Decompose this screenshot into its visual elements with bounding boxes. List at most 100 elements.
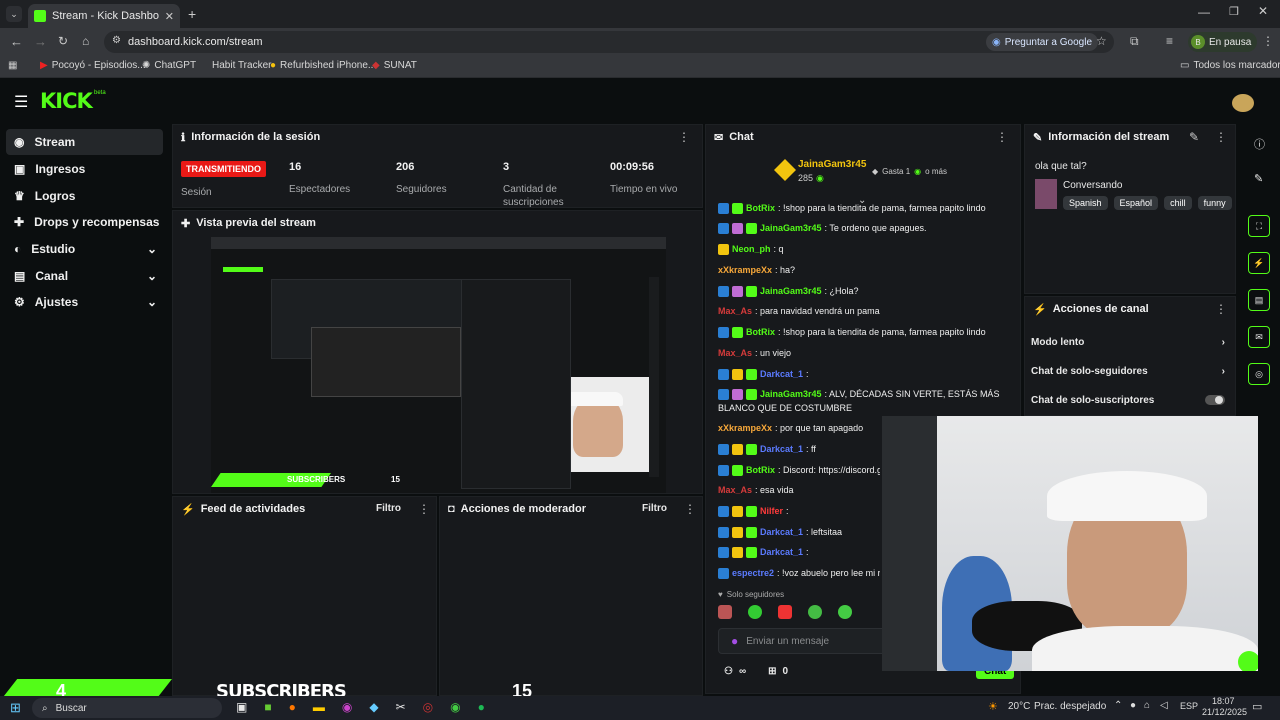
emote-icon[interactable] — [838, 605, 852, 619]
extensions-icon[interactable]: ⧉ — [1130, 34, 1139, 49]
sidebar-item-ingresos[interactable]: ▣ Ingresos — [6, 156, 163, 182]
chat-username[interactable]: Darkcat_1 — [760, 547, 803, 557]
subscribers-only-row[interactable]: Chat de solo-suscriptores — [1031, 395, 1225, 406]
chat-username[interactable]: JainaGam3r45 — [760, 286, 822, 296]
chat-username[interactable]: JainaGam3r45 — [760, 223, 822, 233]
bookmark-sunat[interactable]: ◆ SUNAT — [372, 60, 417, 71]
back-icon[interactable]: ← — [10, 34, 23, 49]
restore-icon[interactable]: ❐ — [1229, 5, 1239, 18]
close-window-icon[interactable]: ✕ — [1258, 4, 1268, 18]
mic-tray-icon[interactable]: ● — [1130, 700, 1136, 711]
app-icon[interactable]: ◆ — [369, 700, 378, 714]
edit-pencil-icon[interactable]: ✎ — [1189, 130, 1199, 144]
network-icon[interactable]: ⌂ — [1144, 700, 1150, 711]
sidebar-item-stream[interactable]: ◉ Stream — [6, 129, 163, 155]
forward-icon[interactable]: → — [34, 34, 47, 49]
bookmark-refurbished[interactable]: ● Refurbished iPhone... — [270, 60, 376, 71]
people-icon[interactable]: ⚇ — [724, 666, 733, 677]
clock-time[interactable]: 18:07 — [1212, 696, 1235, 706]
panel-menu-icon[interactable]: ⋮ — [1215, 302, 1227, 316]
kick-logo[interactable]: KICK — [40, 89, 93, 113]
sidebar-item-logros[interactable]: ♛ Logros — [6, 183, 163, 209]
panel-menu-icon[interactable]: ⋮ — [996, 130, 1008, 144]
taskbar-search[interactable]: ⌕ Buscar — [32, 698, 222, 718]
bookmark-habit-tracker[interactable]: Habit Tracker — [212, 60, 271, 71]
tag-chip[interactable]: chill — [1164, 196, 1192, 210]
minecraft-icon[interactable]: ■ — [264, 700, 271, 714]
panel-menu-icon[interactable]: ⋮ — [684, 502, 696, 516]
language-indicator[interactable]: ESP — [1180, 701, 1198, 711]
sidebar-item-drops[interactable]: ✚ Drops y recompensas — [6, 209, 163, 235]
bookmark-chatgpt[interactable]: ✺ ChatGPT — [142, 60, 196, 71]
address-bar[interactable]: ⚙ dashboard.kick.com/stream ◉ Preguntar a… — [104, 31, 1114, 53]
menu-dots-icon[interactable]: ⋮ — [1262, 34, 1274, 48]
pinned-gifter-name[interactable]: JainaGam3r45 — [798, 159, 866, 170]
bookmark-star-icon[interactable]: ☆ — [1096, 34, 1107, 48]
emote-icon[interactable] — [808, 605, 822, 619]
notifications-icon[interactable]: ▭ — [1252, 700, 1262, 713]
apps-grid-icon[interactable]: ▦ — [8, 60, 17, 71]
tab-list-icon[interactable]: ⌄ — [6, 6, 22, 22]
app-icon[interactable]: ◉ — [342, 700, 352, 714]
quick-action-button[interactable]: ⛶ — [1248, 215, 1270, 237]
chat-username[interactable]: Darkcat_1 — [760, 527, 803, 537]
emote-icon[interactable] — [748, 605, 762, 619]
quick-action-button[interactable]: ◎ — [1248, 363, 1270, 385]
info-circle-icon[interactable]: ⓘ — [1254, 136, 1265, 152]
reading-list-icon[interactable]: ≡ — [1166, 34, 1173, 48]
firefox-icon[interactable]: ● — [289, 700, 296, 714]
chat-username[interactable]: JainaGam3r45 — [760, 389, 822, 399]
followers-only-row[interactable]: Chat de solo-seguidores › — [1031, 366, 1225, 377]
file-explorer-icon[interactable]: ▬ — [313, 700, 325, 714]
chrome-icon[interactable]: ◉ — [450, 700, 460, 714]
chat-input[interactable]: ● Enviar un mensaje — [718, 628, 888, 654]
quick-action-button[interactable]: ▤ — [1248, 289, 1270, 311]
task-view-icon[interactable]: ▣ — [236, 700, 247, 714]
chat-username[interactable]: xXkrampeXx — [718, 265, 772, 275]
chat-username[interactable]: Darkcat_1 — [760, 444, 803, 454]
new-tab-icon[interactable]: + — [188, 6, 196, 22]
ask-google-button[interactable]: ◉ Preguntar a Google — [986, 33, 1099, 51]
panel-menu-icon[interactable]: ⋮ — [1215, 130, 1227, 144]
gift-prompt[interactable]: ◆ Gasta 1 ◉ o más — [872, 167, 947, 176]
emote-icon[interactable] — [778, 605, 792, 619]
sidebar-item-estudio[interactable]: ◐ Estudio ⌄ — [6, 236, 163, 262]
microphone-icon[interactable]: ● — [731, 634, 738, 648]
emote-icon[interactable] — [718, 605, 732, 619]
tag-chip[interactable]: Spanish — [1063, 196, 1108, 210]
obs-icon[interactable]: ◎ — [423, 700, 433, 714]
chat-username[interactable]: BotRix — [746, 203, 775, 213]
quick-action-button[interactable]: ✉ — [1248, 326, 1270, 348]
filter-button[interactable]: Filtro — [376, 503, 401, 514]
hamburger-menu-icon[interactable]: ☰ — [14, 92, 28, 112]
reload-icon[interactable]: ↻ — [58, 34, 68, 48]
chat-username[interactable]: xXkrampeXx — [718, 423, 772, 433]
tag-chip[interactable]: funny — [1197, 196, 1232, 210]
gift-box-icon[interactable]: ⊞ — [768, 666, 776, 677]
filter-button[interactable]: Filtro — [642, 503, 667, 514]
clock-date[interactable]: 21/12/2025 — [1202, 707, 1247, 717]
browser-tab[interactable]: Stream - Kick Dashboard ✕ — [28, 4, 180, 28]
panel-menu-icon[interactable]: ⋮ — [678, 130, 690, 144]
chat-username[interactable]: espectre2 — [732, 568, 774, 578]
minimize-icon[interactable]: — — [1198, 5, 1210, 19]
bookmark-pocoyo[interactable]: ▶ Pocoyó - Episodios... — [40, 60, 146, 71]
sidebar-item-ajustes[interactable]: ⚙ Ajustes ⌄ — [6, 289, 163, 315]
chat-username[interactable]: Max_As — [718, 348, 752, 358]
capcut-icon[interactable]: ✂ — [396, 700, 406, 714]
volume-icon[interactable]: ◁ — [1160, 700, 1168, 711]
tray-chevron-icon[interactable]: ⌃ — [1114, 700, 1122, 711]
chat-username[interactable]: BotRix — [746, 465, 775, 475]
sidebar-item-canal[interactable]: ▤ Canal ⌄ — [6, 263, 163, 289]
home-icon[interactable]: ⌂ — [82, 34, 89, 48]
chat-username[interactable]: BotRix — [746, 327, 775, 337]
slow-mode-row[interactable]: Modo lento › — [1031, 337, 1225, 348]
chat-username[interactable]: Max_As — [718, 306, 752, 316]
windows-start-icon[interactable]: ⊞ — [10, 700, 21, 716]
toggle-switch[interactable] — [1205, 395, 1225, 405]
spotify-icon[interactable]: ● — [478, 700, 485, 714]
panel-menu-icon[interactable]: ⋮ — [418, 502, 430, 516]
chat-username[interactable]: Max_As — [718, 485, 752, 495]
chat-username[interactable]: Nilfer — [760, 506, 783, 516]
chat-username[interactable]: Neon_ph — [732, 244, 771, 254]
